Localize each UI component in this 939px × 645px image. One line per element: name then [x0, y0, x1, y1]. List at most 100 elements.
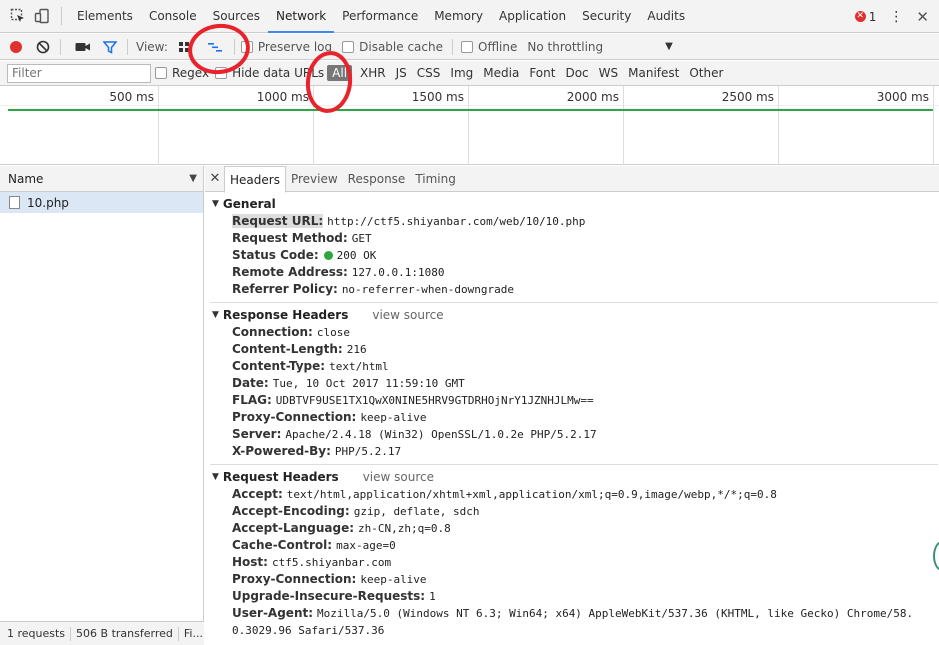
header-key: Request Method: — [232, 231, 348, 245]
header-value: ctf5.shiyanbar.com — [271, 556, 392, 569]
tab-headers[interactable]: Headers — [224, 166, 286, 193]
filter-input[interactable] — [7, 63, 151, 83]
inspect-element-icon[interactable] — [8, 6, 28, 26]
header-row: Upgrade-Insecure-Requests: 1 — [210, 588, 938, 605]
header-value: keep-alive — [360, 573, 427, 586]
header-row: Connection: close — [210, 324, 938, 341]
tick-label: 2000 ms — [566, 90, 619, 104]
filter-type-ws[interactable]: WS — [594, 66, 623, 80]
header-value: gzip, deflate, sdch — [353, 505, 480, 518]
tick-label: 500 ms — [109, 90, 154, 104]
tab-console[interactable]: Console — [141, 0, 205, 33]
view-source-link[interactable]: view source — [363, 470, 434, 484]
header-value: 127.0.0.1:1080 — [351, 266, 445, 279]
disable-cache-checkbox[interactable]: Disable cache — [342, 40, 443, 54]
header-key: Status Code: — [232, 248, 319, 262]
request-headers-header[interactable]: ▼ Request Headers view source — [210, 467, 938, 486]
screenshot-camera-icon[interactable] — [72, 36, 94, 58]
header-key: Accept-Encoding: — [232, 504, 350, 518]
tab-response[interactable]: Response — [343, 166, 411, 192]
request-row[interactable]: 10.php — [0, 192, 203, 213]
checkbox-box[interactable] — [215, 67, 228, 79]
view-label: View: — [136, 39, 168, 54]
tab-security[interactable]: Security — [574, 0, 639, 33]
device-toolbar-icon[interactable] — [32, 6, 52, 26]
filter-type-doc[interactable]: Doc — [560, 66, 593, 80]
hide-data-urls-checkbox[interactable]: Hide data URLs — [215, 66, 324, 80]
offline-checkbox[interactable]: Offline — [461, 40, 517, 54]
tab-performance[interactable]: Performance — [334, 0, 426, 33]
section-title: General — [222, 196, 276, 211]
clear-icon[interactable] — [32, 36, 54, 58]
header-key: Remote Address: — [232, 265, 348, 279]
checkbox-box[interactable] — [155, 67, 167, 79]
tab-network[interactable]: Network — [268, 0, 335, 33]
dropdown-caret-icon: ▼ — [665, 41, 673, 52]
header-row: User-Agent: Mozilla/5.0 (Windows NT 6.3; … — [210, 605, 915, 639]
header-row: Status Code: 200 OK — [210, 247, 938, 264]
preserve-log-checkbox[interactable]: Preserve log — [240, 40, 332, 54]
tick-label: 3000 ms — [876, 90, 929, 104]
waterfall-overview-icon[interactable] — [204, 36, 226, 58]
response-headers-header[interactable]: ▼ Response Headers view source — [210, 305, 938, 324]
filter-funnel-icon[interactable] — [99, 36, 121, 58]
header-value: 200 OK — [336, 249, 377, 262]
header-value: no-referrer-when-downgrade — [341, 283, 514, 296]
tab-preview[interactable]: Preview — [286, 166, 343, 192]
checkbox-box[interactable] — [461, 40, 473, 53]
tick-label: 2500 ms — [721, 90, 774, 104]
name-column-header[interactable]: Name ▼ — [0, 166, 203, 192]
header-row: Server: Apache/2.4.18 (Win32) OpenSSL/1.0… — [210, 426, 938, 443]
filter-type-css[interactable]: CSS — [412, 66, 446, 80]
transferred-size: 506 B transferred — [76, 627, 173, 640]
general-section-header[interactable]: ▼ General — [210, 194, 938, 213]
header-row: Request URL: http://ctf5.shiyanbar.com/we… — [210, 213, 938, 230]
filter-type-xhr[interactable]: XHR — [355, 66, 391, 80]
devtools-tabbar: Elements Console Sources Network Perform… — [0, 0, 939, 33]
regex-checkbox[interactable]: Regex — [155, 66, 209, 80]
error-count-badge[interactable]: ✕ 1 — [854, 9, 877, 24]
filter-type-other[interactable]: Other — [684, 66, 728, 80]
header-key: Server: — [232, 427, 282, 441]
throttling-select[interactable]: No throttling ▼ — [527, 40, 672, 54]
timeline-overview[interactable]: 500 ms 1000 ms 1500 ms 2000 ms 2500 ms 3… — [0, 86, 939, 165]
close-devtools-icon[interactable]: ✕ — [916, 8, 929, 26]
more-options-icon[interactable]: ⋮ — [888, 10, 904, 24]
error-count: 1 — [868, 9, 877, 24]
checkbox-box[interactable] — [240, 40, 253, 53]
view-source-link[interactable]: view source — [372, 308, 443, 322]
filter-type-img[interactable]: Img — [445, 66, 478, 80]
tabbar-divider — [61, 7, 62, 25]
filter-type-media[interactable]: Media — [478, 66, 524, 80]
tab-audits[interactable]: Audits — [639, 0, 693, 33]
expand-arrow-icon: ▼ — [212, 309, 219, 320]
header-value: 1 — [429, 590, 436, 603]
header-value: text/html,application/xhtml+xml,applicat… — [286, 488, 777, 501]
header-value: keep-alive — [360, 411, 427, 424]
checkbox-box[interactable] — [342, 40, 355, 53]
tab-sources[interactable]: Sources — [205, 0, 268, 33]
header-key: Content-Length: — [232, 342, 343, 356]
throttling-value: No throttling — [527, 39, 604, 54]
filter-type-js[interactable]: JS — [391, 66, 412, 80]
document-icon — [9, 196, 20, 209]
filter-type-font[interactable]: Font — [524, 66, 560, 80]
tick-label: 1000 ms — [256, 90, 309, 104]
tab-memory[interactable]: Memory — [426, 0, 491, 33]
tab-elements[interactable]: Elements — [69, 0, 141, 33]
header-row: Accept-Encoding: gzip, deflate, sdch — [210, 503, 938, 520]
tab-application[interactable]: Application — [491, 0, 574, 33]
record-icon[interactable] — [5, 36, 27, 58]
filter-type-manifest[interactable]: Manifest — [623, 66, 684, 80]
header-key: User-Agent: — [232, 606, 314, 620]
filter-bar: Regex Hide data URLs All XHR JS CSS Img … — [0, 61, 939, 86]
timeline-tick: 3000 ms — [779, 86, 934, 165]
timeline-tick: 2000 ms — [469, 86, 624, 165]
close-detail-icon[interactable]: ✕ — [206, 171, 224, 186]
tab-timing[interactable]: Timing — [410, 166, 461, 192]
timeline-tick: 2500 ms — [624, 86, 779, 165]
header-key: Connection: — [232, 325, 313, 339]
large-rows-icon[interactable] — [173, 36, 195, 58]
header-key: Request URL: — [232, 214, 324, 228]
filter-type-all[interactable]: All — [327, 65, 353, 81]
